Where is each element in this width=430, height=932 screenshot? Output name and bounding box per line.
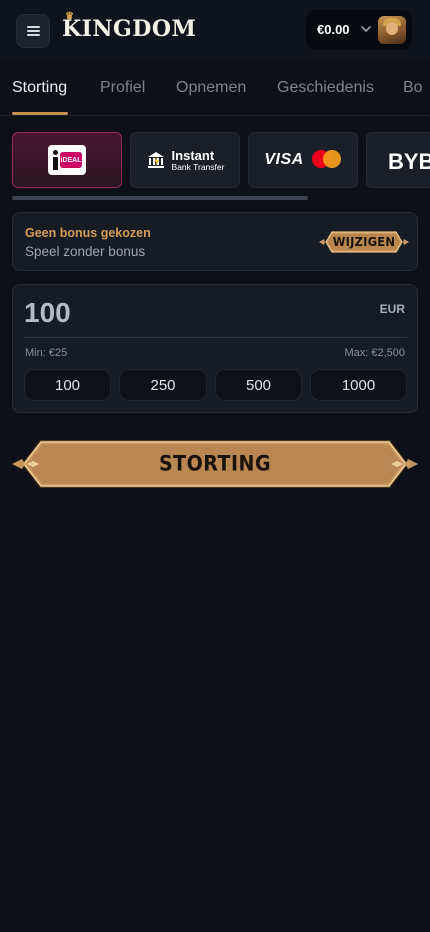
bonus-subtitle: Speel zonder bonus [25,244,146,259]
deposit-submit-button[interactable]: STORTING [12,436,418,492]
crown-icon: ♛ [65,11,75,22]
change-bonus-button[interactable]: WIJZIGEN [319,225,409,259]
amount-card: 100 EUR Min: €25 Max: €2,500 100 250 500… [12,284,418,413]
chevron-down-icon [361,26,371,33]
payment-method-bybit[interactable]: BYB [366,132,430,188]
user-avatar-icon[interactable] [378,16,406,44]
bonus-title: Geen bonus gekozen [25,226,151,240]
bank-transfer-label: Bank Transfer [171,161,225,172]
brand-logo[interactable]: ♛ KINGDOM [62,11,197,42]
payment-method-ideal[interactable]: iDEAL [12,132,122,188]
active-tab-indicator [12,112,68,115]
deposit-button-label: STORTING [158,451,272,477]
payment-method-visa-mastercard[interactable]: VISA [248,132,358,188]
payment-method-instant-bank-transfer[interactable]: Instant Bank Transfer [130,132,240,188]
instant-label: Instant [171,147,215,163]
quick-amount-button[interactable]: 250 [119,369,207,401]
amount-divider [24,337,407,338]
top-header: ♛ KINGDOM €0.00 [0,0,430,60]
tab-opnemen[interactable]: Opnemen [176,79,246,97]
bonus-selection-card: Geen bonus gekozen Speel zonder bonus WI… [12,212,418,271]
bank-icon [147,152,164,168]
tab-profiel[interactable]: Profiel [100,79,145,97]
balance-dropdown[interactable]: €0.00 [306,10,412,50]
deposit-screen: ♛ KINGDOM €0.00 Storting Profiel Opnemen… [0,0,430,932]
quick-amount-button[interactable]: 100 [24,369,111,401]
quick-amount-button[interactable]: 500 [215,369,302,401]
visa-logo: VISA [264,151,304,168]
balance-amount: €0.00 [317,22,350,37]
tab-geschiedenis[interactable]: Geschiedenis [277,79,374,97]
mastercard-logo-icon [311,150,342,170]
ideal-logo-icon: iDEAL [48,145,86,175]
hamburger-menu-icon [26,26,40,36]
tab-bonus[interactable]: Bo [403,79,423,97]
max-amount-label: Max: €2,500 [344,347,405,359]
menu-button[interactable] [16,14,50,48]
tab-storting[interactable]: Storting [12,79,67,97]
min-amount-label: Min: €25 [25,347,68,359]
logo-text: KINGDOM [62,16,197,42]
currency-label: EUR [379,302,405,316]
account-tabs: Storting Profiel Opnemen Geschiedenis Bo [0,60,430,116]
payment-methods-carousel: iDEAL Instant Bank Transfer VISA BYB [0,132,430,188]
quick-amount-button[interactable]: 1000 [310,369,407,401]
carousel-scrollbar[interactable] [12,196,308,200]
amount-input[interactable]: 100 [24,297,71,329]
bybit-logo: BYB [388,149,430,174]
change-bonus-label: WIJZIGEN [332,234,396,250]
